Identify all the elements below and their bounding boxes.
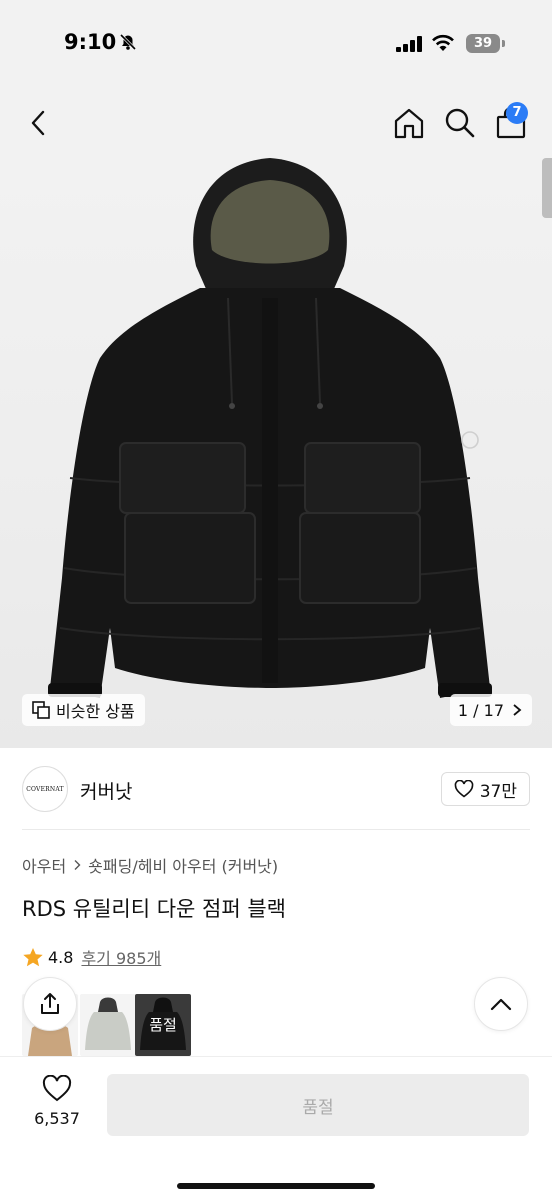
review-link[interactable]: 후기 985개	[81, 945, 161, 969]
share-button[interactable]	[23, 977, 77, 1031]
battery-indicator: 39	[466, 34, 500, 53]
similar-products-button[interactable]: 비슷한 상품	[22, 694, 145, 726]
sold-out-label: 품절	[149, 1016, 177, 1034]
product-title: RDS 유틸리티 다운 점퍼 블랙	[22, 897, 286, 921]
share-icon	[41, 993, 59, 1014]
cart-count-badge: 7	[506, 102, 528, 124]
bottom-action-bar: 6,537 품절	[0, 1056, 552, 1200]
brand-like-count: 37만	[479, 781, 517, 802]
battery-tip	[502, 40, 505, 47]
chevron-right-icon	[513, 704, 522, 716]
bell-muted-icon	[119, 33, 137, 51]
heart-icon	[454, 780, 474, 798]
signal-icon	[396, 36, 422, 52]
status-time: 9:10	[64, 30, 117, 54]
brand-like-button[interactable]: 37만	[440, 772, 530, 806]
breadcrumb-item[interactable]: 숏패딩/헤비 아우터 (커버낫)	[88, 853, 278, 877]
status-bar: 9:10 39	[0, 0, 552, 88]
thumbnail-gray[interactable]	[80, 994, 136, 1056]
brand-logo[interactable]: COVERNAT	[22, 766, 68, 812]
image-counter-text: 1 / 17	[457, 700, 504, 720]
scroll-indicator	[542, 158, 552, 218]
image-counter[interactable]: 1 / 17	[449, 694, 532, 726]
product-image	[48, 158, 492, 698]
star-icon	[23, 947, 43, 966]
brand-name[interactable]: 커버낫	[80, 777, 132, 804]
rating-row: 4.8 후기 985개	[22, 945, 161, 969]
app-header: 7	[0, 88, 552, 158]
wishlist-count: 6,537	[34, 1109, 80, 1128]
chevron-right-icon	[74, 860, 81, 870]
heart-icon	[42, 1075, 72, 1102]
wifi-icon	[432, 34, 454, 51]
brand-row[interactable]: COVERNAT 커버낫 37만	[0, 748, 552, 830]
buy-button-disabled[interactable]: 품절	[107, 1074, 529, 1136]
search-icon[interactable]	[443, 106, 477, 140]
scroll-top-button[interactable]	[474, 977, 528, 1031]
breadcrumb-item[interactable]: 아우터	[22, 853, 66, 877]
chevron-up-icon	[490, 998, 512, 1011]
breadcrumb: 아우터 숏패딩/헤비 아우터 (커버낫)	[22, 853, 278, 877]
brand-logo-text: COVERNAT	[26, 785, 64, 793]
divider	[22, 829, 530, 830]
home-indicator	[177, 1183, 375, 1189]
home-icon[interactable]	[392, 106, 426, 140]
similar-products-label: 비슷한 상품	[56, 702, 135, 721]
chevron-left-icon[interactable]	[24, 108, 54, 138]
product-image-carousel[interactable]: 비슷한 상품 1 / 17	[0, 158, 552, 748]
wishlist-button[interactable]: 6,537	[22, 1075, 92, 1135]
similar-items-icon	[32, 701, 50, 719]
thumbnail-black[interactable]: 품절	[135, 994, 191, 1056]
rating-value: 4.8	[48, 947, 74, 967]
